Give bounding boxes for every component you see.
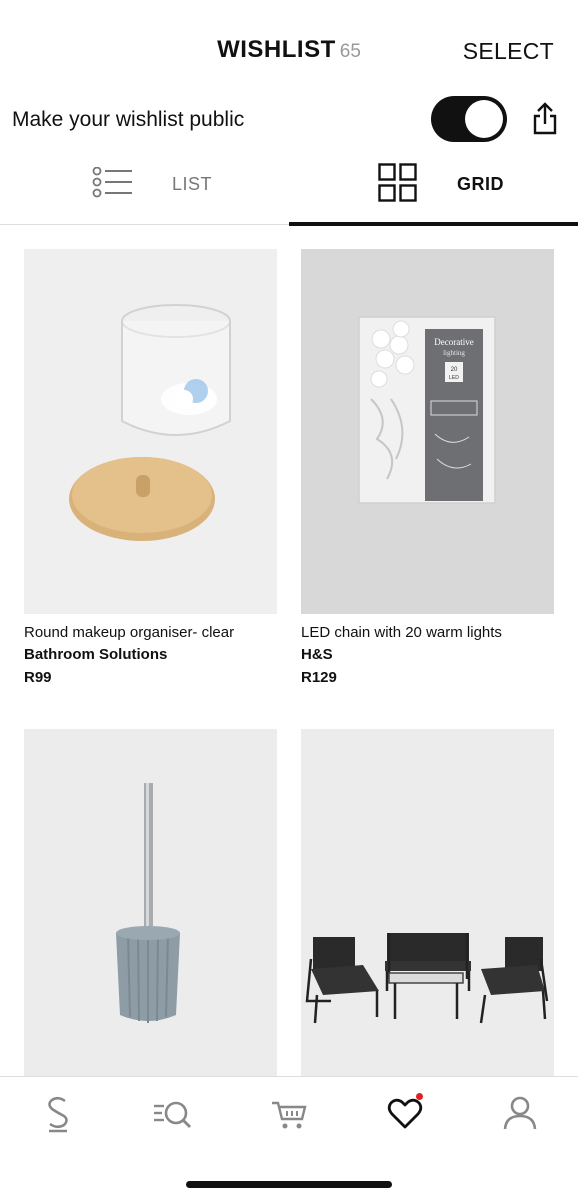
product-name[interactable]: Round makeup organiser- clear: [24, 624, 277, 641]
home-s-icon[interactable]: [38, 1093, 78, 1133]
list-view-icon: [92, 166, 134, 204]
tab-list-label: LIST: [172, 174, 213, 194]
cart-icon[interactable]: [270, 1093, 310, 1133]
tab-grid-label: GRID: [457, 174, 504, 194]
product-image[interactable]: [24, 729, 277, 1094]
packaging-badge: 20: [451, 367, 458, 373]
account-icon[interactable]: [500, 1093, 540, 1133]
packaging-subtitle: lighting: [443, 349, 465, 357]
product-brand: Bathroom Solutions: [24, 646, 168, 663]
header: WISHLIST 65 SELECT: [0, 0, 578, 100]
home-indicator: [186, 1181, 392, 1188]
product-price: R99: [24, 669, 52, 686]
toggle-knob: [465, 100, 503, 138]
public-wishlist-row: Make your wishlist public: [0, 96, 578, 146]
page-title: WISHLIST: [217, 36, 336, 63]
product-name[interactable]: LED chain with 20 warm lights: [301, 624, 554, 641]
packaging-title: Decorative: [434, 337, 473, 347]
wishlist-badge: [416, 1093, 423, 1100]
view-tabs: LIST GRID: [0, 155, 578, 226]
product-card[interactable]: [301, 729, 554, 1104]
wishlist-count: 65: [339, 41, 361, 62]
heart-icon[interactable]: [385, 1093, 425, 1133]
select-button[interactable]: SELECT: [463, 38, 554, 65]
public-wishlist-toggle[interactable]: [431, 96, 507, 142]
packaging-badge-sub: LED: [449, 375, 459, 381]
product-price: R129: [301, 669, 337, 686]
product-image[interactable]: [24, 249, 277, 614]
product-card[interactable]: [24, 729, 277, 1104]
product-card[interactable]: Decorative lighting 20 LED LED chain wit…: [301, 249, 554, 686]
product-brand: H&S: [301, 646, 333, 663]
grid-view-icon: [378, 163, 418, 208]
tab-grid[interactable]: GRID: [289, 155, 578, 226]
product-card[interactable]: Round makeup organiser- clear Bathroom S…: [24, 249, 277, 686]
search-icon[interactable]: [152, 1093, 192, 1133]
tab-list[interactable]: LIST: [0, 155, 289, 225]
share-icon[interactable]: [530, 98, 560, 138]
product-image[interactable]: [301, 729, 554, 1094]
product-image[interactable]: Decorative lighting 20 LED: [301, 249, 554, 614]
public-wishlist-label: Make your wishlist public: [12, 108, 245, 131]
